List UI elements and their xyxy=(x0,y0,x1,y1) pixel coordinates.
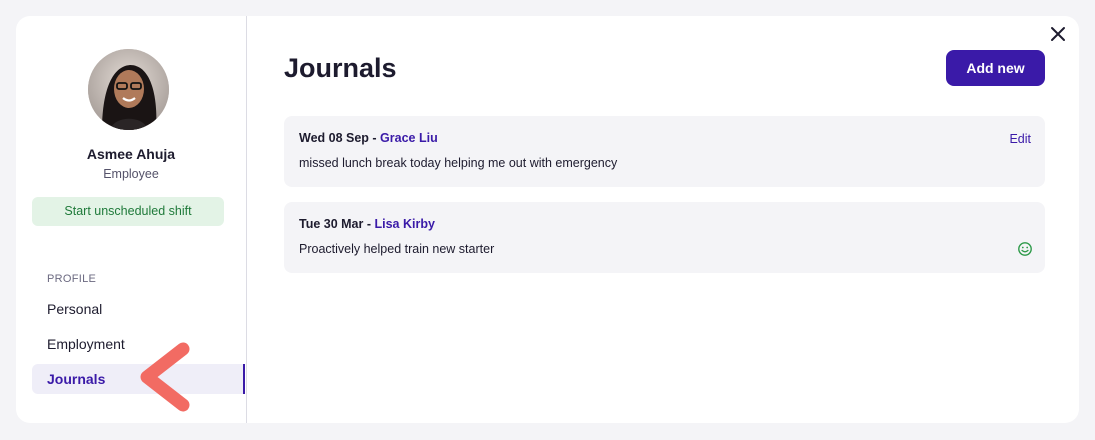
journal-entry-header: Wed 08 Sep - Grace Liu xyxy=(299,131,438,145)
journal-entry-separator: - xyxy=(363,217,375,231)
start-shift-button[interactable]: Start unscheduled shift xyxy=(32,197,224,226)
profile-section-label: PROFILE xyxy=(47,273,97,285)
journal-entry: Wed 08 Sep - Grace Liu missed lunch brea… xyxy=(284,116,1045,187)
sidebar-item-personal[interactable]: Personal xyxy=(32,294,245,324)
page-title: Journals xyxy=(284,53,397,83)
journal-entry-author: Lisa Kirby xyxy=(374,217,435,231)
smiley-icon xyxy=(1017,241,1033,257)
journal-entry: Tue 30 Mar - Lisa Kirby Proactively help… xyxy=(284,202,1045,273)
profile-sidebar: Asmee Ahuja Employee Start unscheduled s… xyxy=(16,16,247,423)
avatar xyxy=(88,49,169,130)
journal-entry-date: Tue 30 Mar xyxy=(299,217,364,231)
journal-entry-author: Grace Liu xyxy=(380,131,438,145)
add-new-button[interactable]: Add new xyxy=(946,50,1045,86)
journal-entry-separator: - xyxy=(368,131,381,145)
close-button[interactable] xyxy=(1046,24,1070,48)
journal-entry-date: Wed 08 Sep xyxy=(299,131,369,145)
close-icon xyxy=(1050,26,1066,47)
journal-entry-text: Proactively helped train new starter xyxy=(299,242,495,256)
arrow-pointer-icon xyxy=(133,339,193,423)
user-role: Employee xyxy=(103,167,159,181)
journal-entry-header: Tue 30 Mar - Lisa Kirby xyxy=(299,217,435,231)
profile-modal: Asmee Ahuja Employee Start unscheduled s… xyxy=(16,16,1079,423)
edit-link[interactable]: Edit xyxy=(1009,132,1031,146)
journal-entry-text: missed lunch break today helping me out … xyxy=(299,156,618,170)
user-name: Asmee Ahuja xyxy=(86,146,176,162)
